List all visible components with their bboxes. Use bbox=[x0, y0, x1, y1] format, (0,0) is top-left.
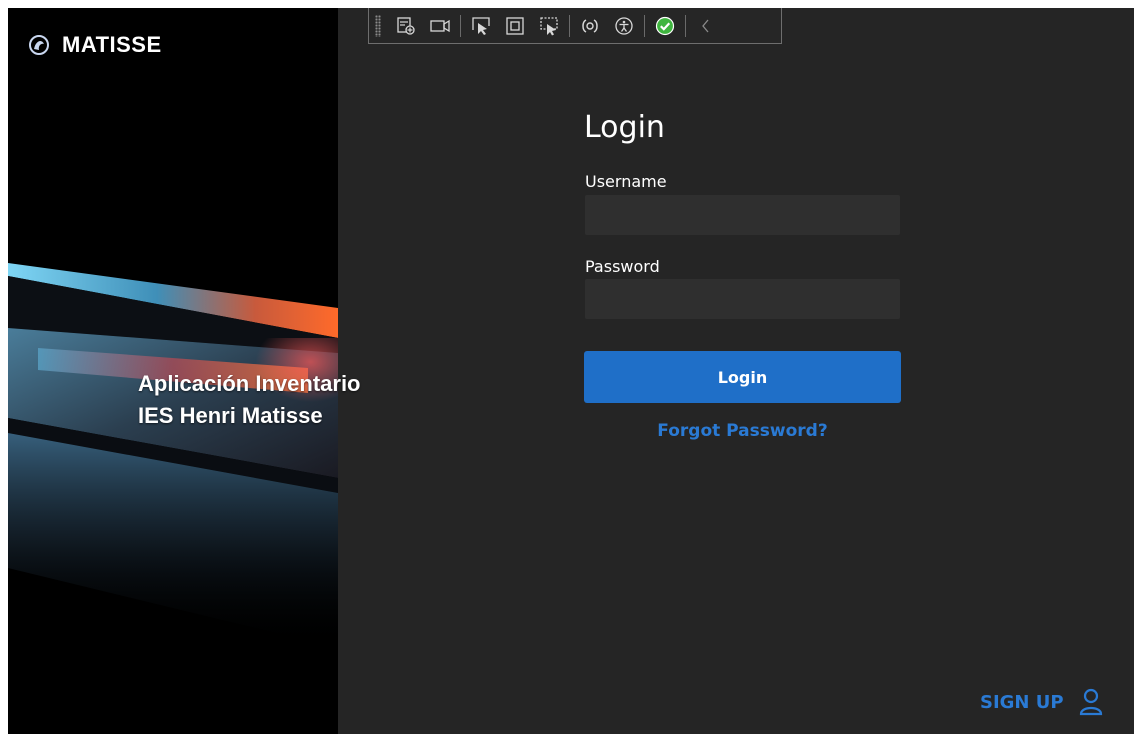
toolbar-separator bbox=[569, 14, 570, 37]
user-icon bbox=[1079, 688, 1102, 716]
username-label: Username bbox=[585, 172, 667, 191]
hero-caption-line1: Aplicación Inventario bbox=[138, 371, 361, 396]
app-window: MATISSE Aplicación Inventario IES Henri … bbox=[8, 8, 1134, 734]
select-element-button[interactable] bbox=[468, 13, 494, 39]
login-button[interactable]: Login bbox=[584, 351, 901, 403]
track-focused-element-icon bbox=[540, 16, 558, 35]
select-element-icon bbox=[472, 16, 490, 35]
chevron-left-icon bbox=[702, 19, 709, 32]
hero-caption: Aplicación Inventario IES Henri Matisse bbox=[138, 368, 468, 432]
toolbar-separator bbox=[644, 14, 645, 37]
live-visual-tree-icon bbox=[397, 16, 415, 35]
toolbar-separator bbox=[460, 14, 461, 37]
signup-label: SIGN UP bbox=[980, 691, 1064, 713]
signup-button[interactable]: SIGN UP bbox=[980, 688, 1104, 716]
live-visual-tree-button[interactable] bbox=[393, 13, 419, 39]
binding-failures-icon bbox=[582, 18, 598, 33]
toolbar-grip-handle[interactable] bbox=[375, 14, 381, 37]
binding-failures-button[interactable] bbox=[577, 13, 603, 39]
forgot-password-link[interactable]: Forgot Password? bbox=[584, 421, 901, 441]
hero-caption-line2: IES Henri Matisse bbox=[138, 403, 323, 428]
no-issues-button[interactable] bbox=[652, 13, 678, 39]
display-layout-adorners-icon bbox=[506, 16, 524, 35]
password-label: Password bbox=[585, 257, 660, 276]
video-camera-icon bbox=[430, 19, 450, 32]
debug-toolbar bbox=[368, 8, 782, 44]
toolbar-separator bbox=[685, 14, 686, 37]
track-focused-element-button[interactable] bbox=[536, 13, 562, 39]
accessibility-icon bbox=[615, 16, 633, 35]
check-circle-icon bbox=[655, 16, 675, 35]
record-video-button[interactable] bbox=[427, 13, 453, 39]
display-adorners-button[interactable] bbox=[502, 13, 528, 39]
password-input[interactable] bbox=[585, 279, 900, 319]
login-title: Login bbox=[584, 110, 665, 145]
brand-name: MATISSE bbox=[62, 32, 162, 57]
accessibility-checker-button[interactable] bbox=[611, 13, 637, 39]
brand: MATISSE bbox=[28, 32, 162, 58]
username-input[interactable] bbox=[585, 195, 900, 235]
collapse-toolbar-button[interactable] bbox=[693, 13, 719, 39]
matisse-logo-icon bbox=[29, 35, 49, 55]
